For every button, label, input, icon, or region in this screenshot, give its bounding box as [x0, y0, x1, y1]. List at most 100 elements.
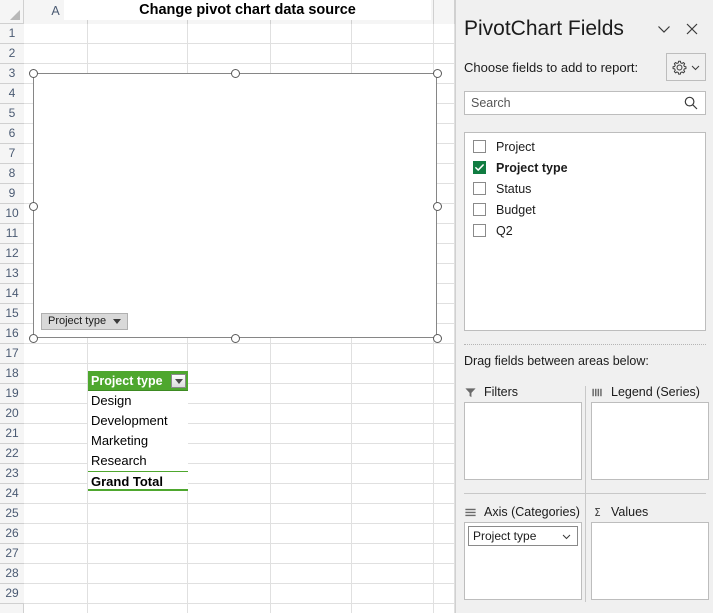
area-values[interactable]: Σ Values: [591, 502, 709, 600]
row-header-6[interactable]: 6: [0, 124, 24, 144]
area-filters-label: Filters: [484, 385, 519, 399]
pivot-header-cell[interactable]: Project type: [88, 371, 188, 391]
area-filters-dropzone[interactable]: [464, 402, 582, 480]
row-header-27[interactable]: 27: [0, 544, 24, 564]
row-header-17[interactable]: 17: [0, 344, 24, 364]
choose-fields-row: Choose fields to add to report:: [456, 50, 713, 84]
pivot-grand-total-row[interactable]: Grand Total: [88, 471, 188, 491]
search-box[interactable]: [464, 91, 706, 115]
select-all-corner[interactable]: [0, 0, 24, 24]
row-header-24[interactable]: 24: [0, 484, 24, 504]
area-field-pill[interactable]: Project type: [468, 526, 578, 546]
row-header-20[interactable]: 20: [0, 404, 24, 424]
area-legend-head: Legend (Series): [591, 382, 709, 402]
row-header-29[interactable]: 29: [0, 584, 24, 604]
row-header-1[interactable]: 1: [0, 24, 24, 44]
chevron-down-icon[interactable]: [561, 531, 572, 542]
row-header-12[interactable]: 12: [0, 244, 24, 264]
funnel-icon: [464, 386, 477, 399]
row-header-5[interactable]: 5: [0, 104, 24, 124]
row-header-16[interactable]: 16: [0, 324, 24, 344]
pivot-chart-object[interactable]: Project type: [33, 73, 437, 338]
areas-section: Filters Legend (Series) Axis (Categories…: [464, 382, 709, 607]
row-header-23[interactable]: 23: [0, 464, 24, 484]
row-header-14[interactable]: 14: [0, 284, 24, 304]
row-header-9[interactable]: 9: [0, 184, 24, 204]
checkbox-icon[interactable]: [473, 203, 486, 216]
checkbox-icon[interactable]: [473, 224, 486, 237]
close-icon[interactable]: [678, 15, 706, 43]
grid-line-horizontal: [24, 543, 455, 544]
row-header-7[interactable]: 7: [0, 144, 24, 164]
select-all-triangle-icon: [10, 10, 20, 20]
row-headers: 1 2 3 4 5 6 7 8 9 10 11 12 13 14 15 16 17 18 19 20 21 22 23 24 2…: [0, 24, 24, 613]
areas-vertical-divider: [585, 386, 586, 602]
row-header-10[interactable]: 10: [0, 204, 24, 224]
area-values-dropzone[interactable]: [591, 522, 709, 600]
pivot-filter-button[interactable]: [171, 374, 186, 388]
chart-handle-top-left[interactable]: [29, 69, 38, 78]
row-header-8[interactable]: 8: [0, 164, 24, 184]
chart-handle-bottom-left[interactable]: [29, 334, 38, 343]
row-header-19[interactable]: 19: [0, 384, 24, 404]
pivot-row[interactable]: Design: [88, 391, 188, 411]
grid-line-horizontal: [24, 43, 455, 44]
row-header-21[interactable]: 21: [0, 424, 24, 444]
row-header-28[interactable]: 28: [0, 564, 24, 584]
chart-axis-field-button[interactable]: Project type: [41, 313, 129, 330]
chevron-down-icon[interactable]: [113, 319, 122, 324]
chart-handle-bottom-center[interactable]: [231, 334, 240, 343]
pivot-row[interactable]: Development: [88, 411, 188, 431]
row-header-22[interactable]: 22: [0, 444, 24, 464]
area-values-label: Values: [611, 505, 649, 519]
row-header-15[interactable]: 15: [0, 304, 24, 324]
area-legend-dropzone[interactable]: [591, 402, 709, 480]
svg-text:Σ: Σ: [594, 508, 600, 519]
row-header-2[interactable]: 2: [0, 44, 24, 64]
pivot-row[interactable]: Marketing: [88, 431, 188, 451]
checkbox-icon[interactable]: [473, 140, 486, 153]
area-axis[interactable]: Axis (Categories) Project type: [464, 502, 582, 600]
chart-handle-top-center[interactable]: [231, 69, 240, 78]
chart-handle-bottom-right[interactable]: [433, 334, 442, 343]
chart-handle-top-right[interactable]: [433, 69, 442, 78]
grid-line-horizontal: [24, 563, 455, 564]
row-header-25[interactable]: 25: [0, 504, 24, 524]
row-header-13[interactable]: 13: [0, 264, 24, 284]
field-item[interactable]: Q2: [465, 220, 705, 241]
fields-list[interactable]: Project Project type Status Budget Q2: [464, 132, 706, 331]
area-field-pill-label: Project type: [473, 529, 537, 543]
sheet-title-cell[interactable]: Change pivot chart data source: [64, 0, 431, 20]
chart-handle-middle-left[interactable]: [29, 202, 38, 211]
area-legend[interactable]: Legend (Series): [591, 382, 709, 480]
field-item[interactable]: Project type: [465, 157, 705, 178]
pivotchart-fields-pane: PivotChart Fields Choose fields to add t…: [455, 0, 713, 613]
row-header-26[interactable]: 26: [0, 524, 24, 544]
area-axis-label: Axis (Categories): [484, 505, 580, 519]
row-header-4[interactable]: 4: [0, 84, 24, 104]
row-header-11[interactable]: 11: [0, 224, 24, 244]
filter-caret-icon: [174, 378, 183, 384]
area-filters[interactable]: Filters: [464, 382, 582, 480]
search-icon[interactable]: [683, 95, 699, 111]
chevron-down-icon: [690, 62, 701, 73]
chart-handle-middle-right[interactable]: [433, 202, 442, 211]
areas-horizontal-divider: [464, 493, 706, 494]
field-item-label: Status: [496, 181, 532, 196]
field-item[interactable]: Status: [465, 178, 705, 199]
row-header-3[interactable]: 3: [0, 64, 24, 84]
pane-tools-button[interactable]: [666, 53, 706, 81]
column-header-f[interactable]: [434, 0, 455, 24]
field-item[interactable]: Budget: [465, 199, 705, 220]
pivot-row[interactable]: Research: [88, 451, 188, 471]
area-axis-dropzone[interactable]: Project type: [464, 522, 582, 600]
search-input[interactable]: [465, 95, 683, 111]
chevron-down-icon[interactable]: [650, 15, 678, 43]
pane-divider: [464, 344, 706, 345]
row-header-18[interactable]: 18: [0, 364, 24, 384]
field-item[interactable]: Project: [465, 136, 705, 157]
pivot-header-label: Project type: [91, 374, 163, 388]
checkbox-icon[interactable]: [473, 182, 486, 195]
excel-window: ABCDE 1234567891011121314151617181920212…: [0, 0, 713, 613]
checkbox-checked-icon[interactable]: [473, 161, 486, 174]
